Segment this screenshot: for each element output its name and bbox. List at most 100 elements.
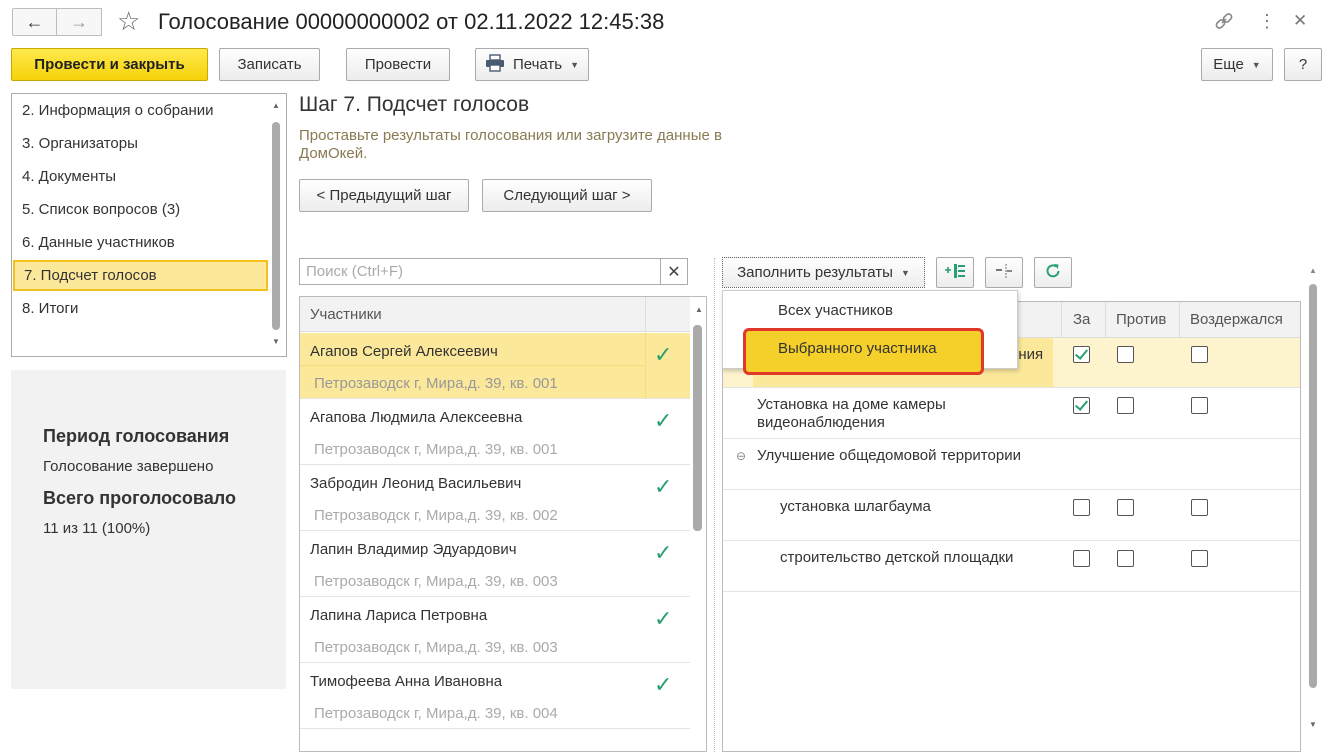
- check-icon: ✓: [654, 342, 673, 367]
- back-button[interactable]: ←: [12, 8, 57, 36]
- nav-item-questions[interactable]: 5. Список вопросов (3): [22, 200, 180, 220]
- participants-column-header: Участники: [310, 306, 382, 323]
- close-icon[interactable]: ✕: [1293, 10, 1307, 32]
- forward-button[interactable]: →: [57, 8, 102, 36]
- vote-against-checkbox[interactable]: [1117, 550, 1134, 567]
- results-scrollbar[interactable]: [1309, 284, 1317, 688]
- help-button[interactable]: ?: [1284, 48, 1322, 81]
- vote-abstain-checkbox[interactable]: [1191, 346, 1208, 363]
- total-value: 11 из 11 (100%): [43, 520, 151, 537]
- table-row[interactable]: установка шлагбаума: [723, 490, 1300, 541]
- table-row[interactable]: Тимофеева Анна Ивановна Петрозаводск г, …: [300, 663, 690, 729]
- participant-name: Лапина Лариса Петровна: [310, 607, 488, 624]
- expand-all-button[interactable]: [936, 257, 974, 288]
- participant-name: Тимофеева Анна Ивановна: [310, 673, 503, 690]
- check-icon: ✓: [654, 474, 673, 499]
- nav-item-results[interactable]: 8. Итоги: [22, 299, 78, 319]
- table-row[interactable]: Забродин Леонид Васильевич Петрозаводск …: [300, 465, 690, 531]
- next-step-button[interactable]: Следующий шаг >: [482, 179, 652, 212]
- window-title: Голосование 00000000002 от 02.11.2022 12…: [158, 9, 665, 34]
- scroll-up-icon[interactable]: ▲: [695, 305, 703, 314]
- scroll-up-icon[interactable]: ▲: [272, 101, 280, 110]
- nav-item-organizers[interactable]: 3. Организаторы: [22, 134, 138, 154]
- post-button[interactable]: Провести: [346, 48, 450, 81]
- participant-address: Петрозаводск г, Мира,д. 39, кв. 003: [314, 639, 558, 656]
- table-row[interactable]: Установка на доме камеры видеонаблюдения: [723, 388, 1300, 439]
- vote-for-checkbox[interactable]: [1073, 550, 1090, 567]
- participant-address: Петрозаводск г, Мира,д. 39, кв. 001: [314, 375, 558, 392]
- vote-for-checkbox[interactable]: [1073, 499, 1090, 516]
- step-description: Проставьте результаты голосования или за…: [299, 127, 722, 162]
- collapse-group-icon[interactable]: ⊖: [736, 449, 746, 463]
- check-icon: ✓: [654, 540, 673, 565]
- steps-navigation: 2. Информация о собрании 3. Организаторы…: [11, 93, 287, 357]
- question-group-text: Улучшение общедомовой территории: [757, 447, 1021, 464]
- refresh-button[interactable]: [1034, 257, 1072, 288]
- nav-item-participants-data[interactable]: 6. Данные участников: [22, 233, 175, 253]
- nav-scrollbar[interactable]: [272, 122, 280, 330]
- check-icon: ✓: [654, 408, 673, 433]
- fill-results-button[interactable]: Заполнить результаты ▼: [722, 257, 925, 288]
- more-button[interactable]: Еще ▼: [1201, 48, 1273, 81]
- participant-name: Забродин Леонид Васильевич: [310, 475, 522, 492]
- participant-address: Петрозаводск г, Мира,д. 39, кв. 003: [314, 573, 558, 590]
- participants-header: Участники: [300, 297, 690, 332]
- column-for: За: [1073, 311, 1091, 328]
- period-status: Голосование завершено: [43, 458, 214, 475]
- fill-results-label: Заполнить результаты: [737, 264, 893, 281]
- scroll-up-icon[interactable]: ▲: [1309, 266, 1317, 275]
- arrow-left-icon: ←: [25, 11, 44, 32]
- link-icon[interactable]: [1213, 10, 1235, 38]
- scroll-down-icon[interactable]: ▼: [1309, 720, 1317, 729]
- participant-address: Петрозаводск г, Мира,д. 39, кв. 002: [314, 507, 558, 524]
- vote-abstain-checkbox[interactable]: [1191, 397, 1208, 414]
- nav-item-documents[interactable]: 4. Документы: [22, 167, 116, 187]
- table-row[interactable]: Лапин Владимир Эдуардович Петрозаводск г…: [300, 531, 690, 597]
- table-row[interactable]: Лапина Лариса Петровна Петрозаводск г, М…: [300, 597, 690, 663]
- chevron-down-icon: ▼: [1251, 59, 1261, 70]
- print-label: Печать: [512, 56, 563, 73]
- splitter[interactable]: [714, 258, 715, 752]
- vote-abstain-checkbox[interactable]: [1191, 499, 1208, 516]
- vote-against-checkbox[interactable]: [1117, 499, 1134, 516]
- vote-against-checkbox[interactable]: [1117, 397, 1134, 414]
- previous-step-button[interactable]: < Предыдущий шаг: [299, 179, 469, 212]
- chevron-down-icon: ▼: [900, 267, 910, 278]
- post-and-close-button[interactable]: Провести и закрыть: [11, 48, 208, 81]
- check-icon: ✓: [654, 672, 673, 697]
- step-title: Шаг 7. Подсчет голосов: [299, 93, 530, 116]
- vote-abstain-checkbox[interactable]: [1191, 550, 1208, 567]
- menu-item-all-participants[interactable]: Всех участников: [778, 302, 893, 319]
- refresh-icon: [1044, 262, 1062, 283]
- table-row[interactable]: строительство детской площадки: [723, 541, 1300, 592]
- scroll-down-icon[interactable]: ▼: [272, 337, 280, 346]
- participant-name: Агапова Людмила Алексеевна: [310, 409, 523, 426]
- participant-address: Петрозаводск г, Мира,д. 39, кв. 001: [314, 441, 558, 458]
- clear-search-button[interactable]: ✕: [660, 258, 688, 285]
- search-input[interactable]: Поиск (Ctrl+F): [299, 258, 661, 285]
- question-text: строительство детской площадки: [780, 549, 1014, 566]
- nav-item-meeting-info[interactable]: 2. Информация о собрании: [22, 101, 214, 121]
- participants-scrollbar[interactable]: [693, 325, 702, 531]
- expand-all-icon: [944, 263, 966, 282]
- vote-for-checkbox[interactable]: [1073, 397, 1090, 414]
- table-row[interactable]: ⊖ Улучшение общедомовой территории: [723, 439, 1300, 490]
- column-abstain: Воздержался: [1190, 311, 1283, 328]
- fill-results-dropdown: Всех участников Выбранного участника: [722, 290, 1018, 375]
- print-button[interactable]: Печать ▼: [475, 48, 589, 81]
- favorite-star-icon[interactable]: ☆: [117, 7, 140, 35]
- menu-item-selected-participant[interactable]: Выбранного участника: [743, 328, 984, 375]
- nav-item-vote-count[interactable]: 7. Подсчет голосов: [13, 260, 268, 291]
- save-button[interactable]: Записать: [219, 48, 320, 81]
- vote-against-checkbox[interactable]: [1117, 346, 1134, 363]
- collapse-all-icon: [993, 263, 1015, 282]
- total-heading: Всего проголосовало: [43, 488, 236, 508]
- column-against: Против: [1116, 311, 1167, 328]
- vote-for-checkbox[interactable]: [1073, 346, 1090, 363]
- collapse-all-button[interactable]: [985, 257, 1023, 288]
- table-row[interactable]: Агапова Людмила Алексеевна Петрозаводск …: [300, 399, 690, 465]
- menu-item-selected-label: Выбранного участника: [778, 340, 937, 357]
- more-vertical-icon[interactable]: ⋮: [1258, 10, 1276, 32]
- chevron-down-icon: ▼: [570, 59, 580, 70]
- table-row[interactable]: Агапов Сергей Алексеевич Петрозаводск г,…: [300, 333, 690, 399]
